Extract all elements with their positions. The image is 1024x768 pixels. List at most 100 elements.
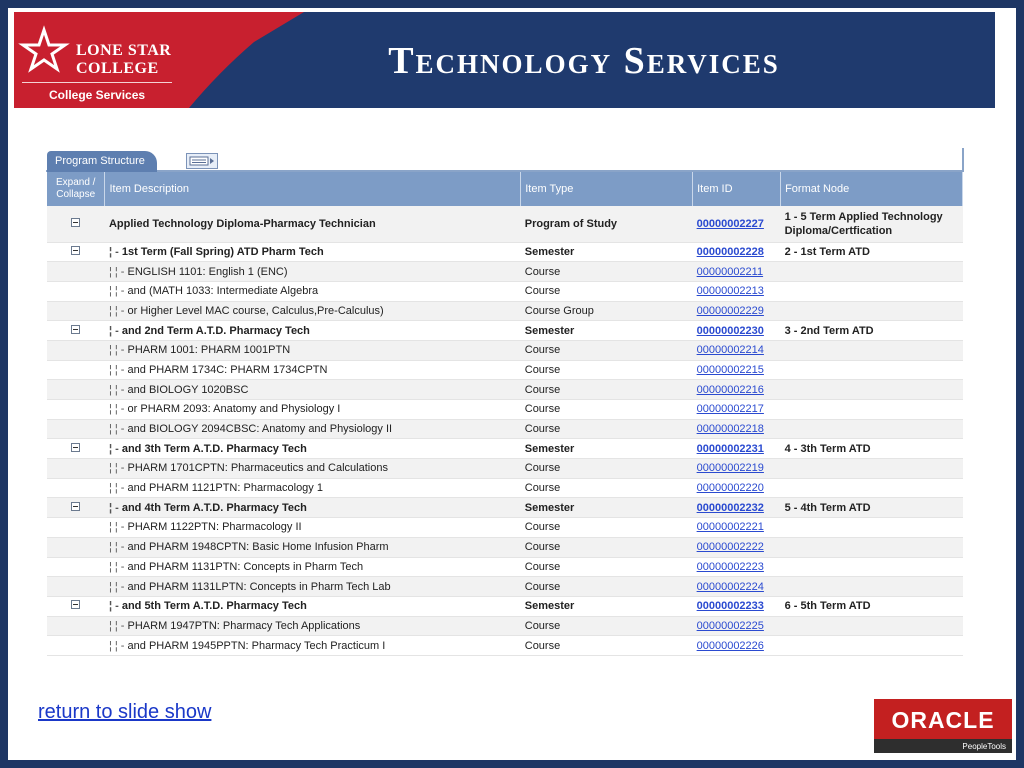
item-type: Course: [520, 576, 693, 597]
tree-connector: ¦ ¦ -: [108, 521, 125, 534]
expand-collapse-cell: [47, 399, 105, 420]
item-description-cell: ¦ ¦ - PHARM 1122PTN: Pharmacology II: [104, 517, 521, 538]
item-type: Course: [520, 399, 693, 420]
item-description: and 4th Term A.T.D. Pharmacy Tech: [121, 501, 307, 514]
item-id-link[interactable]: 00000002230: [697, 325, 764, 337]
item-id-cell: 00000002223: [692, 557, 781, 578]
collapse-icon[interactable]: [71, 245, 81, 255]
tree-connector: ¦ ¦ -: [108, 423, 125, 436]
table-row: ¦ ¦ - and (MATH 1033: Intermediate Algeb…: [47, 281, 963, 302]
expand-collapse-cell: [47, 557, 105, 578]
tree-connector: ¦ ¦ -: [108, 580, 125, 593]
item-id-link[interactable]: 00000002231: [697, 443, 764, 455]
item-id-link[interactable]: 00000002213: [697, 285, 764, 297]
item-id-link[interactable]: 00000002219: [697, 462, 764, 474]
expand-collapse-cell[interactable]: [47, 320, 105, 341]
item-type: Course: [520, 281, 693, 302]
item-id-cell: 00000002220: [692, 478, 781, 499]
table-row: ¦ ¦ - and PHARM 1734C: PHARM 1734CPTN Cou…: [47, 360, 963, 381]
item-description-cell: ¦ - and 5th Term A.T.D. Pharmacy Tech: [104, 596, 521, 617]
format-node: [780, 301, 963, 322]
table-row: ¦ ¦ - and BIOLOGY 1020BSC Course 000000022…: [47, 379, 963, 400]
item-id-link[interactable]: 00000002227: [697, 218, 764, 230]
expand-collapse-cell: [47, 340, 105, 361]
item-type: Semester: [520, 497, 693, 519]
item-type: Course: [520, 360, 693, 381]
expand-collapse-cell: [47, 301, 105, 322]
item-description-cell: ¦ ¦ - PHARM 1947PTN: Pharmacy Tech Appli…: [104, 616, 521, 637]
item-type: Course: [520, 517, 693, 538]
item-id-link[interactable]: 00000002228: [697, 246, 764, 258]
expand-collapse-cell[interactable]: [47, 242, 105, 263]
format-node: [780, 635, 963, 656]
table-row: ¦ ¦ - PHARM 1001: PHARM 1001PTN Course 000…: [47, 340, 963, 361]
expand-collapse-cell: [47, 616, 105, 637]
item-description: and 3th Term A.T.D. Pharmacy Tech: [121, 442, 307, 455]
collapse-icon[interactable]: [71, 442, 81, 452]
collapse-icon[interactable]: [71, 217, 81, 227]
header-item-type[interactable]: Item Type: [520, 172, 694, 206]
item-id-link[interactable]: 00000002216: [697, 384, 764, 396]
item-description: or PHARM 2093: Anatomy and Physiology I: [127, 403, 341, 416]
item-id-link[interactable]: 00000002222: [697, 541, 764, 553]
collapse-icon[interactable]: [71, 501, 81, 511]
item-id-link[interactable]: 00000002232: [697, 502, 764, 514]
item-description: and (MATH 1033: Intermediate Algebra: [127, 285, 319, 298]
table-row: ¦ ¦ - PHARM 1122PTN: Pharmacology II Cour…: [47, 517, 963, 538]
item-id-link[interactable]: 00000002214: [697, 344, 764, 356]
item-id-link[interactable]: 00000002223: [697, 561, 764, 573]
expand-collapse-cell[interactable]: [47, 206, 105, 243]
lone-star-college-logo: LONE STAR COLLEGE College Services: [14, 12, 304, 108]
header-item-description[interactable]: Item Description: [104, 172, 522, 206]
item-id-link[interactable]: 00000002225: [697, 620, 764, 632]
format-node: [780, 537, 963, 558]
item-id-link[interactable]: 00000002218: [697, 423, 764, 435]
item-id-link[interactable]: 00000002220: [697, 482, 764, 494]
oracle-logo-subtitle: PeopleTools: [962, 742, 1006, 751]
table-row: ¦ ¦ - PHARM 1701CPTN: Pharmaceutics and …: [47, 458, 963, 479]
item-id-link[interactable]: 00000002229: [697, 305, 764, 317]
item-id-link[interactable]: 00000002233: [697, 600, 764, 612]
header-expand-collapse[interactable]: Expand / Collapse: [47, 172, 106, 206]
expand-collapse-cell: [47, 360, 105, 381]
item-id-link[interactable]: 00000002211: [697, 266, 763, 278]
item-id-link[interactable]: 00000002226: [697, 640, 764, 652]
item-description-cell: ¦ - and 2nd Term A.T.D. Pharmacy Tech: [104, 320, 521, 341]
item-description-cell: Applied Technology Diploma-Pharmacy Tech…: [104, 206, 521, 243]
expand-collapse-cell[interactable]: [47, 497, 105, 519]
table-row: ¦ - and 5th Term A.T.D. Pharmacy Tech Sem…: [47, 596, 963, 617]
item-type: Course: [520, 261, 693, 282]
expand-collapse-cell: [47, 576, 105, 597]
tree-connector: ¦ ¦ -: [108, 403, 125, 416]
tree-connector: ¦ ¦ -: [108, 304, 125, 317]
item-type: Semester: [520, 320, 693, 341]
expand-collapse-cell[interactable]: [47, 438, 105, 460]
item-id-cell: 00000002233: [692, 596, 781, 617]
item-description-cell: ¦ - 1st Term (Fall Spring) ATD Pharm Tec…: [104, 242, 521, 263]
header-item-id[interactable]: Item ID: [692, 172, 782, 206]
format-node: [780, 340, 963, 361]
item-description: ENGLISH 1101: English 1 (ENC): [127, 265, 288, 278]
format-node: 2 - 1st Term ATD: [780, 242, 963, 263]
view-all-icon[interactable]: [186, 153, 218, 169]
item-id-link[interactable]: 00000002217: [697, 403, 764, 415]
collapse-icon[interactable]: [71, 600, 81, 610]
item-id-link[interactable]: 00000002224: [697, 581, 764, 593]
expand-collapse-cell[interactable]: [47, 596, 105, 617]
header-format-node[interactable]: Format Node: [780, 172, 963, 206]
collapse-icon[interactable]: [71, 324, 81, 334]
item-id-cell: 00000002228: [692, 242, 781, 263]
format-node: [780, 576, 963, 597]
item-id-link[interactable]: 00000002221: [697, 521, 764, 533]
return-to-slide-show-link[interactable]: return to slide show: [38, 701, 211, 724]
item-description: and PHARM 1734C: PHARM 1734CPTN: [127, 363, 328, 376]
tab-program-structure[interactable]: Program Structure: [47, 151, 157, 172]
table-row: ¦ ¦ - and PHARM 1121PTN: Pharmacology 1C…: [47, 478, 963, 499]
tree-connector: ¦ ¦ -: [108, 344, 125, 357]
format-node: [780, 281, 963, 302]
tree-connector: ¦ ¦ -: [108, 265, 125, 278]
format-node: [780, 616, 963, 637]
item-type: Course: [520, 419, 693, 440]
item-id-link[interactable]: 00000002215: [697, 364, 764, 376]
tree-connector: ¦ -: [108, 501, 119, 514]
